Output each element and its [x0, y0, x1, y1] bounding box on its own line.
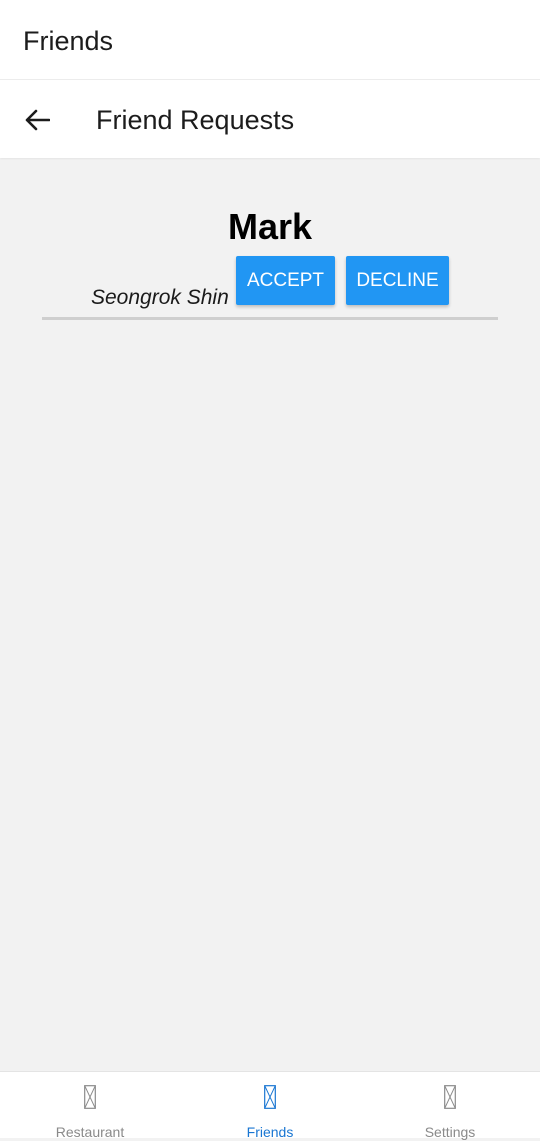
friend-request-row: Seongrok Shin ACCEPT DECLINE	[42, 250, 498, 320]
broken-image-icon	[444, 1085, 456, 1109]
request-subname: Seongrok Shin	[91, 286, 229, 309]
back-button[interactable]	[18, 101, 56, 139]
accept-button[interactable]: ACCEPT	[236, 256, 335, 305]
page-title: Friend Requests	[96, 105, 295, 135]
app-title: Friends	[23, 26, 114, 56]
tab-label-settings: Settings	[424, 1124, 476, 1140]
tab-restaurant[interactable]: Restaurant	[0, 1072, 180, 1140]
sub-header: Friend Requests	[0, 80, 540, 158]
bottom-tab-bar: Restaurant Friends Settings	[0, 1071, 540, 1140]
tab-label-restaurant: Restaurant	[55, 1124, 125, 1140]
broken-image-icon	[264, 1085, 276, 1109]
tab-friends[interactable]: Friends	[180, 1072, 360, 1140]
tab-settings[interactable]: Settings	[360, 1072, 540, 1140]
request-name: Mark	[227, 206, 313, 247]
tab-label-friends: Friends	[246, 1124, 294, 1140]
decline-button[interactable]: DECLINE	[346, 256, 449, 305]
broken-image-icon	[84, 1085, 96, 1109]
app-header: Friends	[0, 0, 540, 80]
arrow-left-icon	[25, 109, 50, 131]
